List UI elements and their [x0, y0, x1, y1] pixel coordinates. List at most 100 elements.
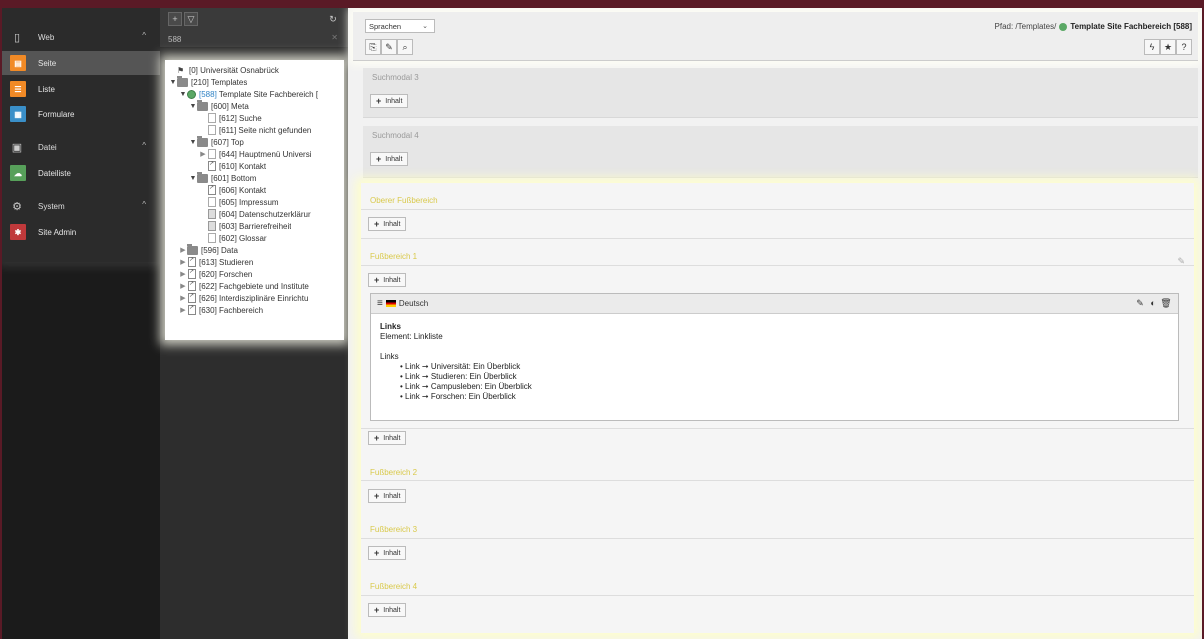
expand-down-icon[interactable]: ▼ [169, 79, 177, 86]
zone-divider [361, 209, 1194, 210]
tree-node[interactable]: ▶ [620] Forschen [179, 268, 252, 280]
tree-node[interactable]: ▶ [613] Studieren [179, 256, 253, 268]
add-content-button[interactable]: + Inhalt [370, 94, 409, 108]
module-item-liste[interactable]: ☰ Liste [2, 77, 160, 101]
folder-icon [197, 171, 208, 183]
tree-node[interactable]: ▶ [622] Fachgebiete und Institute [179, 280, 309, 292]
tree-node[interactable]: ▶ [644] Hauptmenü Universi [199, 148, 312, 160]
image-icon: ▣ [11, 141, 23, 154]
add-content-button[interactable]: + Inhalt [368, 431, 407, 445]
tree-node-title: Bottom [228, 173, 257, 183]
module-group-web[interactable]: ▯ Web ^ [2, 26, 160, 48]
expand-right-icon[interactable]: ▶ [179, 306, 187, 314]
module-group-system[interactable]: ⚙ System ^ [2, 195, 160, 217]
module-group-datei[interactable]: ▣ Datei ^ [2, 136, 160, 158]
drag-handle-icon[interactable]: ≡ [377, 298, 383, 309]
new-page-icon[interactable]: + [168, 12, 182, 26]
content-element-title: Links [380, 322, 401, 331]
add-content-button[interactable]: + Inhalt [368, 603, 407, 617]
tree-node[interactable]: ▶ [596] Data [179, 243, 238, 256]
help-icon[interactable]: ? [1176, 39, 1192, 55]
tree-node[interactable]: ▶ [630] Fachbereich [179, 304, 263, 316]
tree-node[interactable]: ▼ [588] Template Site Fachbereich [ [179, 88, 318, 100]
tree-node[interactable]: [602] Glossar [199, 232, 267, 244]
list-module-icon: ☰ [10, 81, 26, 97]
tree-node[interactable]: [610] Kontakt [199, 160, 266, 172]
add-content-button[interactable]: + Inhalt [368, 273, 407, 287]
delete-trash-icon[interactable]: 🗑 [1160, 297, 1172, 309]
shortcut-icon[interactable]: ϟ [1144, 39, 1160, 55]
expand-down-icon[interactable]: ▼ [189, 103, 197, 110]
tree-node-uid: [613] [199, 257, 217, 267]
module-item-seite[interactable]: ▤ Seite [2, 51, 160, 75]
breadcrumb-title: Template Site Fachbereich [588] [1070, 22, 1192, 31]
tree-node[interactable]: [606] Kontakt [199, 184, 266, 196]
tree-scrollbar[interactable] [340, 58, 346, 638]
zone-title-fussbereich-2: Fußbereich 2 [370, 468, 418, 477]
expand-down-icon[interactable]: ▼ [179, 91, 187, 98]
expand-right-icon[interactable]: ▶ [179, 294, 187, 302]
tree-node[interactable]: ⚑ [0] Universität Osnabrück [169, 64, 279, 76]
tree-node-title: Kontakt [236, 161, 267, 171]
tree-node-label: [602] Glossar [219, 234, 267, 243]
content-element-type: Element: Linkliste [380, 332, 443, 341]
page-icon [208, 160, 216, 171]
add-content-button[interactable]: + Inhalt [368, 546, 407, 560]
tree-node-title: Barrierefreiheit [236, 221, 292, 231]
tree-node-title: Universität Osnabrück [197, 65, 279, 75]
plus-icon: + [376, 96, 382, 106]
refresh-icon[interactable]: ↻ [326, 12, 340, 26]
tree-node-title: Template Site Fachbereich [ [216, 89, 319, 99]
clear-filter-icon[interactable]: ✕ [331, 33, 338, 42]
expand-right-icon[interactable]: ▶ [179, 282, 187, 290]
tree-node[interactable]: ▼ [600] Meta [189, 99, 249, 112]
search-icon[interactable]: ⌕ [397, 39, 413, 55]
add-content-button[interactable]: + Inhalt [368, 489, 407, 503]
tree-node[interactable]: ▶ [626] Interdisziplinäre Einrichtu [179, 292, 308, 304]
filter-icon[interactable]: ▽ [184, 12, 198, 26]
module-group-label: Datei [38, 142, 57, 152]
tree-node[interactable]: [603] Barrierefreiheit [199, 220, 291, 232]
module-item-formulare[interactable]: ▦ Formulare [2, 102, 160, 126]
view-page-icon[interactable]: ⎘ [365, 39, 381, 55]
tree-node[interactable]: [605] Impressum [199, 196, 279, 208]
tree-node[interactable]: ▼ [601] Bottom [189, 171, 257, 184]
content-element-header: ≡ Deutsch ✎ ◐ 🗑 [371, 294, 1178, 314]
tree-node-label: [613] Studieren [199, 258, 253, 267]
tree-node-uid: [596] [201, 245, 219, 255]
module-item-label: Liste [38, 84, 55, 94]
tree-node[interactable]: [612] Suche [199, 112, 262, 124]
tree-filter-input[interactable] [164, 32, 342, 46]
link-item: • Link ➞ Campusleben: Ein Überblick [400, 382, 532, 391]
tree-node[interactable]: [611] Seite nicht gefunden [199, 124, 311, 136]
expand-right-icon[interactable]: ▶ [179, 270, 187, 278]
bookmark-star-icon[interactable]: ★ [1160, 39, 1176, 55]
edit-page-icon[interactable]: ✎ [381, 39, 397, 55]
page-icon [208, 233, 216, 243]
module-item-site-admin[interactable]: ✱ Site Admin [2, 220, 160, 244]
page-icon [208, 197, 216, 207]
tree-node[interactable]: ▼ [210] Templates [169, 75, 247, 88]
page-tree: ⚑ [0] Universität Osnabrück ▼ [210] Templat… [165, 60, 344, 340]
expand-right-icon[interactable]: ▶ [179, 258, 187, 266]
toggle-visibility-icon[interactable]: ◐ [1147, 297, 1159, 309]
expand-down-icon[interactable]: ▼ [189, 139, 197, 146]
plus-icon: + [374, 605, 380, 615]
module-item-dateiliste[interactable]: ☁ Dateiliste [2, 161, 160, 185]
add-content-button[interactable]: + Inhalt [368, 217, 407, 231]
expand-down-icon[interactable]: ▼ [189, 175, 197, 182]
language-select[interactable]: Sprachen ⌄ [365, 19, 435, 33]
tree-node-uid: [603] [219, 221, 237, 231]
tree-node-label: [630] Fachbereich [199, 306, 263, 315]
chevron-up-icon: ^ [142, 31, 146, 40]
edit-pencil-icon[interactable]: ✎ [1134, 297, 1146, 309]
tree-node[interactable]: ▼ [607] Top [189, 135, 244, 148]
add-content-button[interactable]: + Inhalt [370, 152, 409, 166]
content-element[interactable]: ≡ Deutsch ✎ ◐ 🗑 Links Element: Linkliste… [370, 293, 1179, 421]
tree-node-title: Hauptmenü Universi [236, 149, 312, 159]
tree-node-uid: [601] [211, 173, 229, 183]
expand-right-icon[interactable]: ▶ [199, 150, 207, 158]
expand-right-icon[interactable]: ▶ [179, 246, 187, 254]
form-module-icon: ▦ [10, 106, 26, 122]
tree-node[interactable]: [604] Datenschutzerklärur [199, 208, 311, 220]
